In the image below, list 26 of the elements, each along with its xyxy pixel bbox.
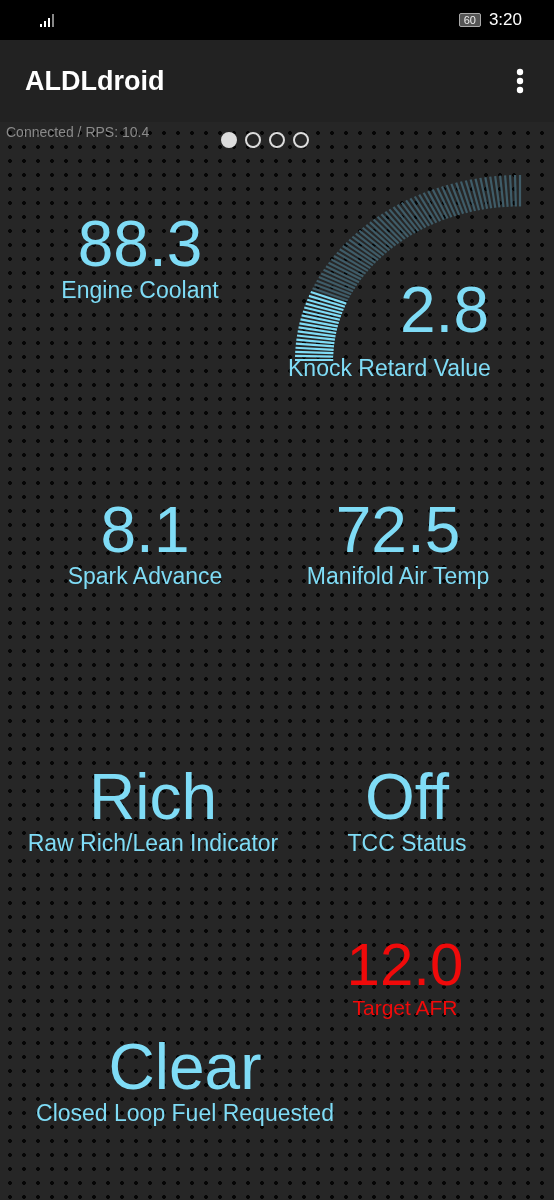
- gauge-label: Target AFR: [352, 995, 458, 1021]
- page-indicator-dot[interactable]: [221, 132, 237, 148]
- app-title: ALDLdroid: [25, 65, 165, 97]
- battery-indicator: 60: [458, 13, 481, 27]
- menu-icon[interactable]: [516, 68, 524, 94]
- gauge-value: 12.0: [346, 935, 464, 995]
- page-indicator-dot[interactable]: [269, 132, 285, 148]
- gauge-label: Raw Rich/Lean Indicator: [27, 829, 279, 858]
- gauge-value: Off: [364, 765, 450, 829]
- gauge-value: 8.1: [100, 498, 190, 562]
- gauge-value: Clear: [108, 1035, 262, 1099]
- gauge-value: 2.8: [400, 278, 490, 342]
- gauge-label: Closed Loop Fuel Requested: [36, 1099, 334, 1128]
- signal-icon: [40, 13, 56, 27]
- gauge-value: 88.3: [77, 212, 203, 276]
- page-indicator-dot[interactable]: [293, 132, 309, 148]
- gauge-label: Spark Advance: [67, 562, 223, 591]
- gauge-label: Manifold Air Temp: [306, 562, 490, 591]
- gauge-label: Engine Coolant: [61, 276, 219, 305]
- connection-status: Connected / RPS: 10.4: [6, 124, 151, 140]
- gauge-value: 72.5: [335, 498, 461, 562]
- gauge-label: TCC Status: [347, 829, 467, 858]
- gauge-value: Rich: [89, 765, 217, 829]
- gauge-label: Knock Retard Value: [288, 354, 492, 383]
- page-indicator-dot[interactable]: [245, 132, 261, 148]
- clock: 3:20: [488, 10, 522, 30]
